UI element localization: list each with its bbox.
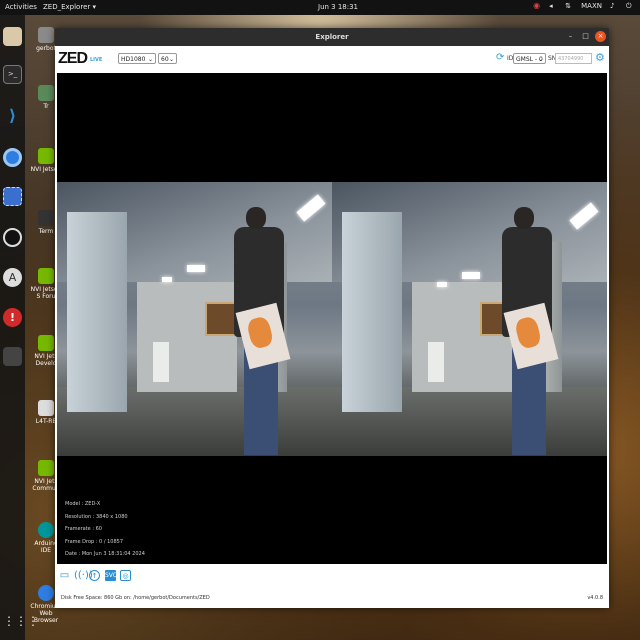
chromium-icon[interactable] xyxy=(3,148,22,167)
help-icon[interactable]: ! xyxy=(3,308,22,327)
speaker-icon[interactable]: ◂ xyxy=(549,2,557,10)
video-icon[interactable]: SVO xyxy=(105,570,118,581)
person xyxy=(232,207,292,456)
serial-number-field[interactable]: 43704990 xyxy=(555,53,592,64)
pillar xyxy=(342,212,402,412)
hallway-door xyxy=(153,342,169,382)
resolution-value: HD1080 xyxy=(121,56,146,63)
refresh-icon[interactable]: ⟳ xyxy=(496,53,506,63)
info-date: Date : Mon Jun 3 18:31:04 2024 xyxy=(65,551,145,557)
toolbar: ZED LIVE HD1080 ⌄ 60 ⌄ ⟳ ID GMSL - 0 ⌄ S… xyxy=(55,46,609,72)
close-button[interactable]: × xyxy=(595,31,606,42)
clock[interactable]: Jun 3 18:31 xyxy=(318,3,358,11)
left-camera-image xyxy=(57,182,332,456)
active-app-icon[interactable] xyxy=(3,347,22,366)
arduino-icon[interactable]: A xyxy=(3,268,22,287)
nvidia-icon xyxy=(38,148,54,164)
hallway-door xyxy=(428,342,444,382)
ceiling-light xyxy=(437,282,447,287)
person-head xyxy=(514,207,534,229)
snapshot-icon[interactable]: ◎ xyxy=(120,570,131,581)
nvidia-icon xyxy=(38,268,54,284)
info-resolution: Resolution : 3840 x 1080 xyxy=(65,513,128,520)
info-framerate: Framerate : 60 xyxy=(65,526,102,532)
home-folder-icon xyxy=(38,27,54,43)
maximize-button[interactable]: □ xyxy=(580,31,591,42)
ceiling-light xyxy=(187,265,205,272)
show-apps-icon[interactable]: ⋮⋮⋮ xyxy=(3,612,39,631)
activities-button[interactable]: Activities xyxy=(5,3,37,11)
chromium-icon xyxy=(38,585,54,601)
info-frame-drop: Frame Drop : 0 / 10857 xyxy=(65,538,124,545)
back-wall xyxy=(137,282,237,392)
obs-icon[interactable] xyxy=(3,228,22,247)
chevron-down-icon: ⌄ xyxy=(537,56,543,63)
pillar xyxy=(67,212,127,412)
screenshot-icon[interactable] xyxy=(3,187,22,206)
stream-icon[interactable]: ((·)) xyxy=(74,570,93,581)
dock: >_ ⟩ A ! ⋮⋮⋮ xyxy=(0,15,39,640)
power-icon[interactable]: ⏻ xyxy=(626,2,634,10)
network-icon[interactable]: ↑ xyxy=(89,570,100,581)
minimize-button[interactable]: – xyxy=(565,31,576,42)
chevron-down-icon: ⌄ xyxy=(147,56,153,63)
nvidia-icon xyxy=(38,335,54,351)
person-head xyxy=(246,207,266,229)
gear-icon[interactable]: ⚙ xyxy=(595,52,606,63)
terminal-icon[interactable]: >_ xyxy=(3,65,22,84)
vscode-icon[interactable]: ⟩ xyxy=(3,106,22,125)
explorer-window: Explorer – □ × ZED LIVE HD1080 ⌄ 60 ⌄ ⟳ … xyxy=(55,28,609,608)
bottom-bar: ▭ ((·)) ↑ SVO ◎ Disk Free Space: 860 Gb … xyxy=(55,566,609,608)
chevron-down-icon: ⌄ xyxy=(168,56,174,63)
fps-select[interactable]: 60 ⌄ xyxy=(158,53,177,64)
volume-icon[interactable]: ♪ xyxy=(610,2,618,10)
disk-free-space: Disk Free Space: 860 Gb on: /home/gerbot… xyxy=(61,595,210,601)
version-label: v4.0.8 xyxy=(587,595,603,601)
zed-logo: ZED xyxy=(58,50,88,67)
camera-viewer[interactable]: Model : ZED-X Resolution : 3840 x 1080 F… xyxy=(57,73,607,564)
nvidia-icon xyxy=(38,460,54,476)
ceiling-light xyxy=(462,272,480,279)
window-title: Explorer xyxy=(315,33,349,41)
back-wall xyxy=(412,282,512,392)
power-mode-label[interactable]: MAXN xyxy=(581,2,602,10)
trash-icon xyxy=(38,85,54,101)
right-camera-image xyxy=(332,182,607,456)
power-mode-icon[interactable]: ◉ xyxy=(533,2,541,10)
arduino-icon xyxy=(38,522,54,538)
terminal-icon xyxy=(38,210,54,226)
person xyxy=(500,207,560,456)
folder-icon[interactable]: ▭ xyxy=(59,570,70,581)
camera-info-overlay: Model : ZED-X Resolution : 3840 x 1080 F… xyxy=(65,498,145,561)
ceiling-light xyxy=(162,277,172,282)
info-model: Model : ZED-X xyxy=(65,501,101,507)
top-bar: Activities ZED_Explorer ▾ Jun 3 18:31 ◉ … xyxy=(0,0,640,15)
system-tray[interactable]: ◉ ◂ ⇅ MAXN ♪ ⏻ xyxy=(533,2,634,11)
files-icon[interactable] xyxy=(3,27,22,46)
camera-id-select[interactable]: GMSL - 0 ⌄ xyxy=(513,53,546,64)
network-icon[interactable]: ⇅ xyxy=(565,2,573,10)
app-menu[interactable]: ZED_Explorer ▾ xyxy=(43,3,96,11)
title-bar[interactable]: Explorer – □ × xyxy=(55,28,609,46)
live-badge: LIVE xyxy=(90,57,103,63)
resolution-select[interactable]: HD1080 ⌄ xyxy=(118,53,156,64)
document-icon xyxy=(38,400,54,416)
fps-value: 60 xyxy=(161,56,169,63)
